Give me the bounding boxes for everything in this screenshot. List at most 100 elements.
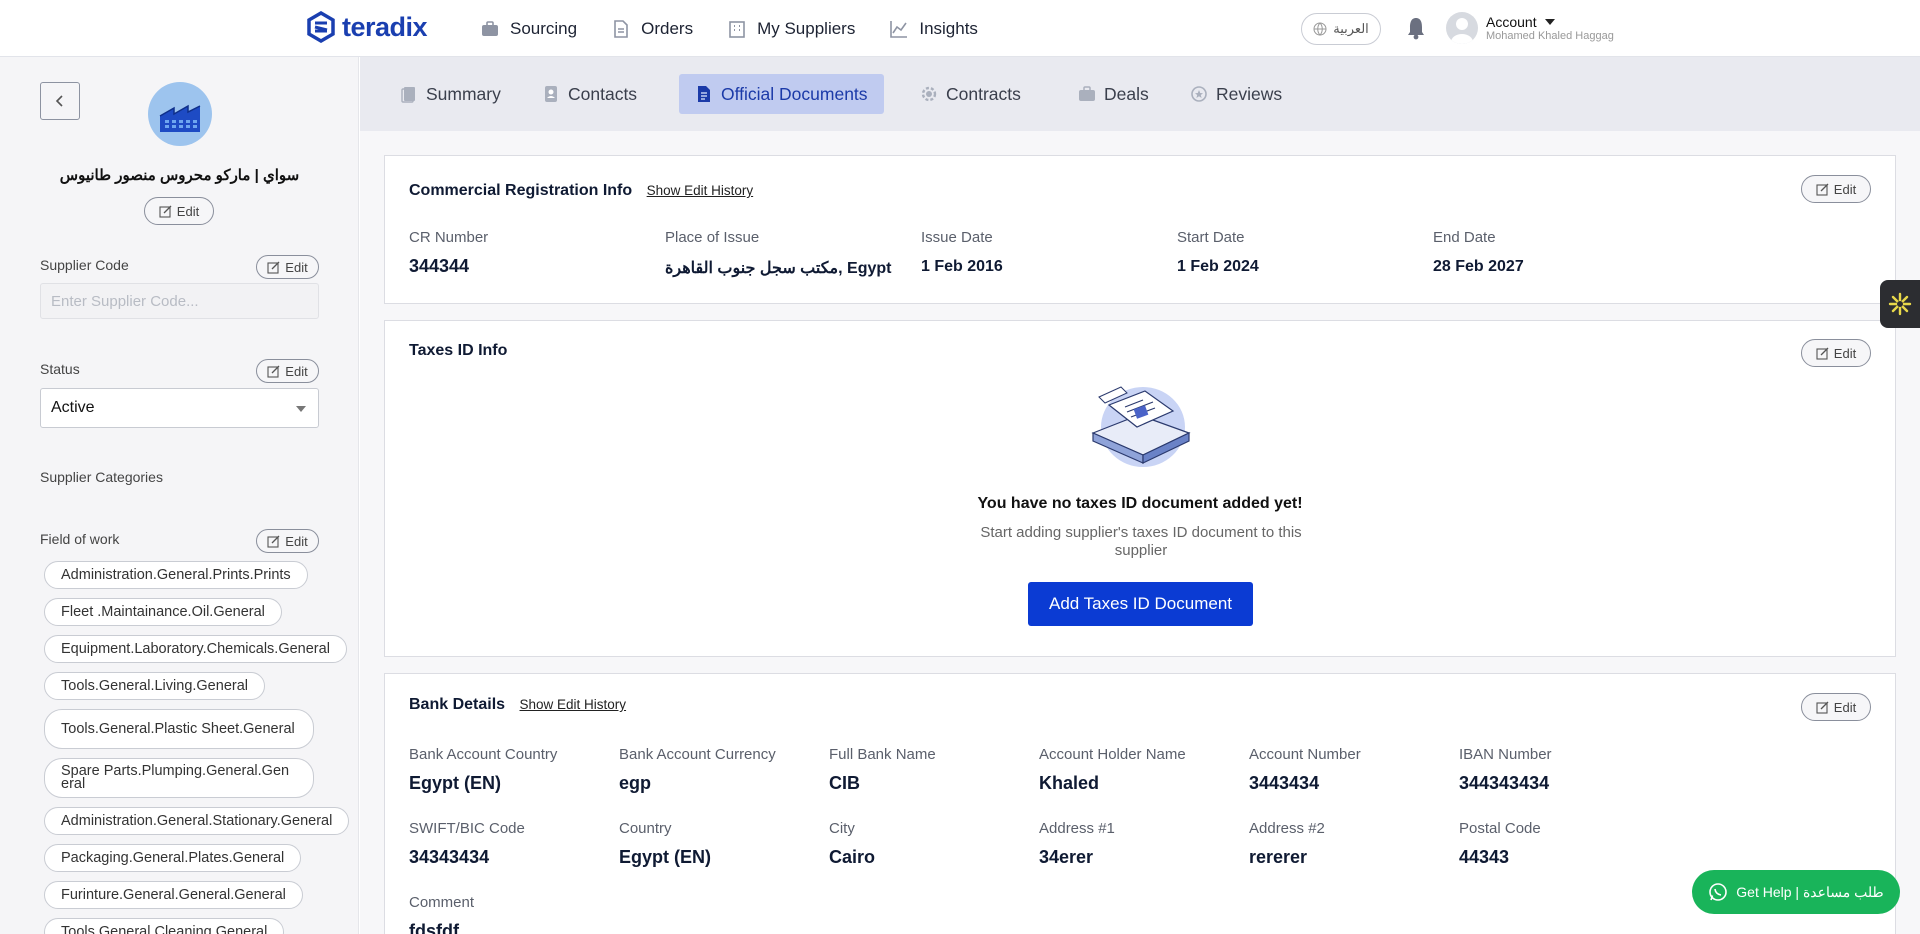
- supplier-name: سواي | ماركو محروس منصور طانيوس: [59, 167, 300, 184]
- field-label: Account Holder Name: [1039, 746, 1186, 763]
- supplier-categories-label: Supplier Categories: [40, 469, 163, 485]
- tab-contacts-label: Contacts: [568, 83, 638, 104]
- full-bank-name-field: Full Bank Name CIB: [829, 746, 936, 794]
- field-label: Comment: [409, 894, 475, 911]
- tab-official-documents-label: Official Documents: [721, 83, 868, 104]
- commercial-registration-title-text: Commercial Registration Info: [409, 182, 633, 199]
- commercial-edit-button[interactable]: Edit: [1801, 175, 1871, 203]
- postal-code-field: Postal Code 44343: [1459, 820, 1541, 868]
- edit-field-of-work-button[interactable]: Edit: [256, 529, 319, 553]
- swift-bic-code-field: SWIFT/BIC Code 34343434: [409, 820, 525, 868]
- add-taxes-id-document-button[interactable]: Add Taxes ID Document: [1028, 582, 1253, 626]
- field-value: Egypt (EN): [619, 847, 711, 867]
- field-value: egp: [619, 773, 652, 793]
- field-value: CIB: [829, 773, 860, 793]
- nav-my-suppliers[interactable]: My Suppliers: [727, 19, 855, 39]
- summary-icon: [401, 87, 415, 103]
- edit-icon: [267, 365, 280, 378]
- bank-edit-button[interactable]: Edit: [1801, 693, 1871, 721]
- status-select[interactable]: Active: [40, 388, 319, 428]
- supplier-code-input[interactable]: Enter Supplier Code...: [40, 283, 319, 319]
- supplier-tabs: Summary Contacts Official Documents Cont…: [360, 57, 1920, 131]
- teradix-logo-icon: [307, 11, 335, 43]
- commercial-registration-title: Commercial Registration Info Show Edit H…: [409, 182, 753, 200]
- field-value: 28 Feb 2027: [1433, 258, 1524, 275]
- bank-details-title-text: Bank Details: [409, 696, 506, 713]
- account-label-text: Account: [1486, 14, 1537, 30]
- language-label: العربية: [1333, 21, 1369, 36]
- gear-icon: [921, 86, 937, 102]
- field-label: SWIFT/BIC Code: [409, 820, 525, 837]
- sparkle-icon: [1888, 292, 1912, 316]
- get-help-button[interactable]: Get Help | طلب مساعدة: [1692, 870, 1900, 914]
- field-of-work-tag: Tools.General.Plastic Sheet.General: [44, 709, 314, 749]
- nav-insights[interactable]: Insights: [889, 19, 978, 39]
- field-value: Khaled: [1039, 773, 1100, 793]
- bank-show-edit-history-link[interactable]: Show Edit History: [520, 697, 627, 712]
- edit-icon: [159, 205, 172, 218]
- address-2-field: Address #2 rererer: [1249, 820, 1325, 868]
- comment-field: Comment fdsfdf: [409, 894, 474, 934]
- account-menu[interactable]: Account Mohamed Khaled Haggag: [1446, 12, 1614, 44]
- field-value: مكتب سجل جنوب القاهرة, Egypt: [665, 260, 892, 277]
- status-value: Active: [51, 399, 95, 416]
- tab-summary[interactable]: Summary: [384, 74, 517, 114]
- tab-deals[interactable]: Deals: [1062, 74, 1165, 114]
- edit-label: Edit: [1833, 181, 1857, 197]
- tab-contracts-label: Contracts: [946, 83, 1021, 104]
- notification-bell-icon[interactable]: [1405, 16, 1427, 40]
- field-label: City: [829, 820, 855, 837]
- edit-label: Edit: [1833, 699, 1857, 715]
- edit-icon: [1816, 701, 1829, 714]
- account-label: Account: [1486, 14, 1614, 30]
- chart-line-icon: [890, 20, 908, 38]
- city-field: City Cairo: [829, 820, 875, 868]
- top-navigation-bar: teradix Sourcing Orders My Suppliers Ins…: [0, 0, 1920, 57]
- edit-supplier-name-button[interactable]: Edit: [144, 197, 214, 225]
- iban-number-field: IBAN Number 344343434: [1459, 746, 1552, 794]
- empty-state-subtitle: Start adding supplier's taxes ID documen…: [980, 524, 1302, 559]
- field-label: End Date: [1433, 229, 1496, 246]
- nav-orders[interactable]: Orders: [611, 19, 693, 39]
- edit-status-button[interactable]: Edit: [256, 359, 319, 383]
- field-label: Place of Issue: [665, 229, 760, 246]
- taxes-edit-button[interactable]: Edit: [1801, 339, 1871, 367]
- account-holder-name-field: Account Holder Name Khaled: [1039, 746, 1186, 794]
- field-label: Bank Account Country: [409, 746, 558, 763]
- field-label: Bank Account Currency: [619, 746, 776, 763]
- language-switch-button[interactable]: العربية: [1301, 13, 1381, 45]
- field-label: Country: [619, 820, 672, 837]
- account-number-field: Account Number 3443434: [1249, 746, 1361, 794]
- field-value: 34erer: [1039, 847, 1094, 867]
- field-label: Start Date: [1177, 229, 1245, 246]
- commercial-show-edit-history-link[interactable]: Show Edit History: [647, 183, 754, 198]
- field-of-work-tag: Equipment.Laboratory.Chemicals.General: [44, 635, 347, 663]
- field-value: Cairo: [829, 847, 876, 867]
- taxes-id-title: Taxes ID Info: [409, 342, 508, 359]
- field-label: Address #2: [1249, 820, 1325, 837]
- accessibility-widget-button[interactable]: [1880, 280, 1920, 328]
- contact-card-icon: [545, 86, 557, 102]
- field-value: 34343434: [409, 847, 490, 867]
- back-button[interactable]: [40, 82, 80, 120]
- field-of-work-tag: Administration.General.Stationary.Genera…: [44, 807, 350, 835]
- teradix-logo[interactable]: teradix: [306, 10, 428, 44]
- nav-orders-label: Orders: [641, 18, 694, 38]
- building-icon: [729, 20, 745, 38]
- nav-sourcing-label: Sourcing: [510, 18, 578, 38]
- empty-state-title: You have no taxes ID document added yet!: [977, 495, 1303, 512]
- chevron-left-icon: [55, 95, 63, 107]
- official-document-icon: [698, 86, 710, 102]
- edit-label: Edit: [285, 533, 308, 549]
- tab-official-documents[interactable]: Official Documents: [679, 74, 884, 114]
- tab-contracts[interactable]: Contracts: [904, 74, 1037, 114]
- status-label: Status: [40, 361, 80, 377]
- edit-supplier-code-button[interactable]: Edit: [256, 255, 319, 279]
- tab-contacts[interactable]: Contacts: [526, 74, 653, 114]
- tab-reviews[interactable]: Reviews: [1174, 74, 1298, 114]
- field-label: Address #1: [1039, 820, 1115, 837]
- nav-sourcing[interactable]: Sourcing: [480, 19, 577, 39]
- field-value: fdsfdf: [409, 921, 459, 934]
- field-of-work-tag: Tools.General.Cleaning.General: [44, 918, 285, 934]
- edit-label: Edit: [1833, 345, 1857, 361]
